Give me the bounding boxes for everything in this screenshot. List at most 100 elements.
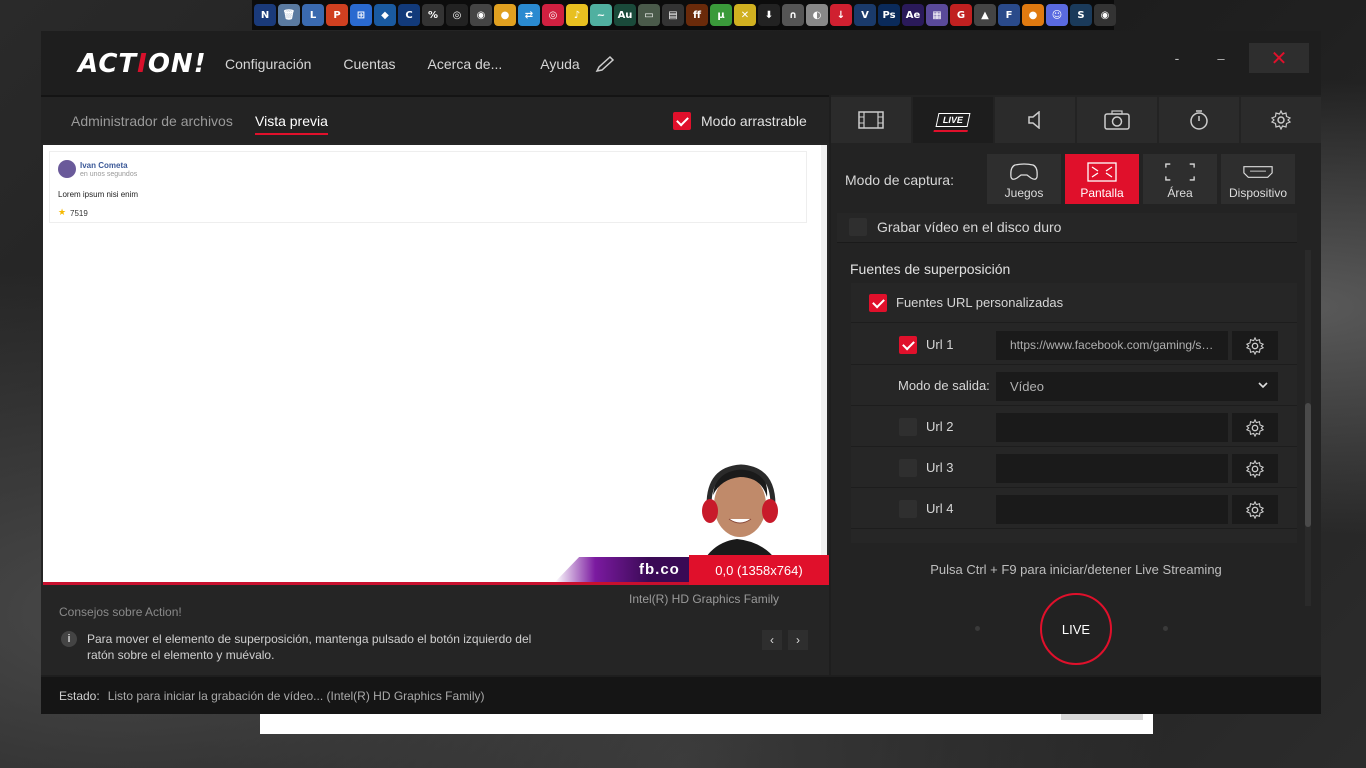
post-text: Lorem ipsum nisi enim (58, 190, 139, 199)
target-icon[interactable]: ◎ (542, 4, 564, 26)
overlay-sources-title: Fuentes de superposición (850, 261, 1011, 277)
capture-area-button[interactable]: Área (1143, 154, 1217, 204)
preview-scrollbar[interactable] (821, 145, 827, 582)
gauge-icon[interactable]: ◎ (446, 4, 468, 26)
game-icon[interactable]: ▲ (974, 4, 996, 26)
meter-icon[interactable]: % (422, 4, 444, 26)
url4-input[interactable] (996, 495, 1228, 524)
camera-icon (1104, 110, 1130, 130)
menu-acerca-de[interactable]: Acerca de... (428, 56, 503, 72)
shield-icon[interactable]: ◆ (374, 4, 396, 26)
film-strip-icon (858, 111, 884, 129)
tab-video[interactable] (831, 97, 911, 143)
menu-ayuda[interactable]: Ayuda (540, 56, 579, 72)
url1-label: Url 1 (926, 337, 954, 352)
capture-mode-label: Modo de captura: (845, 172, 954, 188)
tab-screenshot[interactable] (1077, 97, 1157, 143)
url2-input[interactable] (996, 413, 1228, 442)
url1-settings-button[interactable] (1232, 331, 1278, 360)
tab-timer[interactable] (1159, 97, 1239, 143)
custom-url-checkbox[interactable] (869, 294, 887, 312)
recycle-bin-icon[interactable]: 🗑 (278, 4, 300, 26)
url3-input[interactable] (996, 454, 1228, 483)
close-button[interactable]: ✕ (1249, 43, 1309, 73)
overlay-post-card[interactable]: Ivan Cometa en unos segundos Lorem ipsum… (49, 151, 807, 223)
gear-icon (1246, 500, 1264, 519)
url4-checkbox[interactable] (899, 500, 917, 518)
audition-icon[interactable]: Au (614, 4, 636, 26)
photoshop-icon[interactable]: Ps (878, 4, 900, 26)
fortnite-icon[interactable]: F (998, 4, 1020, 26)
url2-row: Url 2 (851, 407, 1297, 447)
pen-icon[interactable] (595, 55, 615, 73)
chart-icon[interactable]: ~ (590, 4, 612, 26)
url1-checkbox[interactable] (899, 336, 917, 354)
menu-configuracion[interactable]: Configuración (225, 56, 311, 72)
output-mode-select[interactable]: Vídeo (996, 372, 1278, 401)
film-icon[interactable]: ▤ (662, 4, 684, 26)
tab-file-manager[interactable]: Administrador de archivos (71, 113, 233, 129)
action-logo: ACTION! (78, 49, 207, 79)
music-icon[interactable]: ♪ (566, 4, 588, 26)
record-to-disk-row[interactable]: Grabar vídeo en el disco duro (837, 213, 1297, 243)
custom-url-row: Fuentes URL personalizadas (851, 283, 1297, 323)
resolution-badge: 0,0 (1358x764) (689, 555, 829, 585)
live-settings: Grabar vídeo en el disco duro Fuentes de… (837, 213, 1307, 603)
tab-live[interactable]: LIVE (913, 97, 993, 143)
capture-screen-button[interactable]: Pantalla (1065, 154, 1139, 204)
camera-icon[interactable]: ◉ (1094, 4, 1116, 26)
editor-icon[interactable]: ▦ (926, 4, 948, 26)
url4-settings-button[interactable] (1232, 495, 1278, 524)
mouse-icon[interactable]: ◐ (806, 4, 828, 26)
steam-icon[interactable]: S (1070, 4, 1092, 26)
firefox-icon[interactable]: ● (1022, 4, 1044, 26)
downloader-icon[interactable]: ↓ (830, 4, 852, 26)
vegas-icon[interactable]: V (854, 4, 876, 26)
discord-icon[interactable]: ☺ (1046, 4, 1068, 26)
speed-icon[interactable]: ◉ (470, 4, 492, 26)
headset-icon[interactable]: ∩ (782, 4, 804, 26)
url2-settings-button[interactable] (1232, 413, 1278, 442)
preview-canvas[interactable]: Ivan Cometa en unos segundos Lorem ipsum… (43, 145, 829, 585)
monitor-icon[interactable]: ▭ (638, 4, 660, 26)
url1-input[interactable]: https://www.facebook.com/gaming/streamer… (996, 331, 1228, 360)
tools-icon[interactable]: ✕ (734, 4, 756, 26)
tab-audio[interactable] (995, 97, 1075, 143)
tab-preview[interactable]: Vista previa (255, 113, 328, 135)
mode-tabs: LIVE (831, 97, 1321, 143)
capture-games-button[interactable]: Juegos (987, 154, 1061, 204)
windows-icon[interactable]: ⊞ (350, 4, 372, 26)
boot-icon[interactable]: L (302, 4, 324, 26)
url3-settings-button[interactable] (1232, 454, 1278, 483)
tab-settings[interactable] (1241, 97, 1321, 143)
garena-icon[interactable]: G (950, 4, 972, 26)
aftereffects-icon[interactable]: Ae (902, 4, 924, 26)
url3-checkbox[interactable] (899, 459, 917, 477)
drag-mode-toggle[interactable]: Modo arrastrable (673, 112, 807, 130)
output-mode-label: Modo de salida: (898, 378, 990, 393)
minimize-button[interactable]: – (1209, 43, 1233, 73)
drag-mode-checkbox[interactable] (673, 112, 691, 130)
tip-next-button[interactable]: › (788, 630, 808, 650)
url1-row: Url 1 https://www.facebook.com/gaming/st… (851, 325, 1297, 365)
cleaner-icon[interactable]: C (398, 4, 420, 26)
record-to-disk-checkbox[interactable] (849, 218, 867, 236)
capture-device-button[interactable]: Dispositivo (1221, 154, 1295, 204)
download-icon[interactable]: ⬇ (758, 4, 780, 26)
ff-icon[interactable]: ff (686, 4, 708, 26)
url2-checkbox[interactable] (899, 418, 917, 436)
compact-button[interactable]: - (1167, 43, 1187, 73)
nexus-icon[interactable]: N (254, 4, 276, 26)
tip-prev-button[interactable]: ‹ (762, 630, 782, 650)
chrome-icon[interactable]: ● (494, 4, 516, 26)
url3-label: Url 3 (926, 460, 954, 475)
banner-text: fb.co (639, 561, 680, 578)
url4-label: Url 4 (926, 501, 954, 516)
settings-scrollbar-thumb[interactable] (1305, 403, 1311, 527)
live-start-button[interactable]: LIVE (1040, 593, 1112, 665)
menu-cuentas[interactable]: Cuentas (343, 56, 395, 72)
settings-scrollbar[interactable] (1305, 250, 1311, 606)
utorrent-icon[interactable]: µ (710, 4, 732, 26)
teamviewer-icon[interactable]: ⇄ (518, 4, 540, 26)
pdf-icon[interactable]: P (326, 4, 348, 26)
